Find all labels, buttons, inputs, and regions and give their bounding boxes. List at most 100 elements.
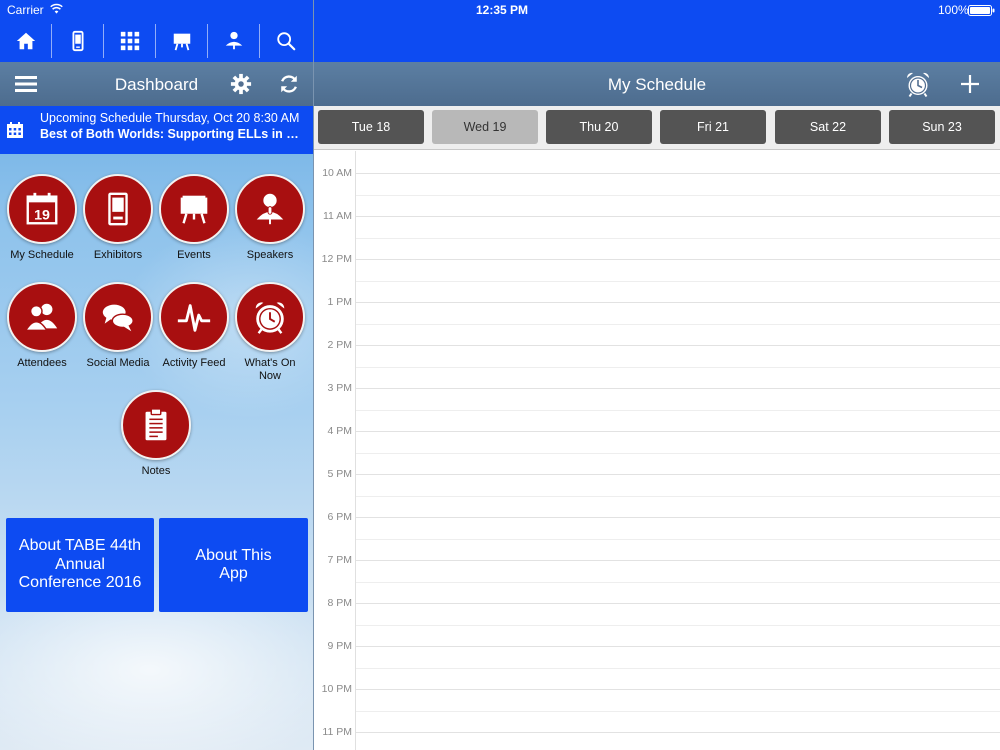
day-tab-sun[interactable]: Sun 23 [889, 110, 995, 144]
upcoming-schedule-date: Upcoming Schedule Thursday, Oct 20 8:30 … [40, 111, 300, 125]
home-button[interactable] [0, 20, 52, 62]
half-hour-line [356, 452, 1000, 454]
hour-line [356, 173, 1000, 174]
presentation-icon [173, 33, 191, 51]
tile-label: Speakers [246, 249, 294, 261]
schedule-grid[interactable]: 10 AM 11 AM 12 PM 1 PM 2 PM 3 PM 4 PM 5 PM 6 PM 7… [314, 151, 1000, 750]
upcoming-schedule-banner[interactable]: Upcoming Schedule Thursday, Oct 20 8:30 … [0, 106, 313, 154]
about-conference-button[interactable]: About TABE 44th Annual Conference 2016 [6, 518, 154, 612]
dashboard-pane: Carrier Dashboard Upcoming Schedule Thur… [0, 0, 313, 750]
tile-speakers[interactable]: Speakers [232, 174, 308, 262]
time-label: 1 PM [327, 296, 352, 308]
half-hour-line [356, 366, 1000, 368]
time-label: 2 PM [327, 339, 352, 351]
time-column: 10 AM 11 AM 12 PM 1 PM 2 PM 3 PM 4 PM 5 PM 6 PM 7… [314, 151, 356, 750]
battery-icon [968, 5, 995, 16]
time-label: 11 AM [323, 210, 352, 222]
time-label: 5 PM [327, 468, 352, 480]
tile-label: Social Media [86, 357, 150, 369]
status-bar-right: 12:35 PM 100% [314, 0, 1000, 62]
device-button[interactable] [52, 20, 104, 62]
hour-line [356, 431, 1000, 432]
speakers-toolbar-button[interactable] [208, 20, 260, 62]
grid-icon [120, 31, 140, 51]
tile-attendees[interactable]: Attendees [4, 282, 80, 370]
booth-icon [108, 192, 128, 226]
refresh-icon[interactable] [278, 73, 300, 95]
day-tab-thu[interactable]: Thu 20 [546, 110, 652, 144]
tile-icon-circle [83, 282, 153, 352]
tile-label: Exhibitors [93, 249, 143, 261]
tile-notes[interactable]: Notes [118, 390, 194, 478]
schedule-header: My Schedule [314, 62, 1000, 106]
alarm-clock-icon[interactable] [904, 70, 932, 98]
half-hour-line [356, 495, 1000, 497]
day-tab-tue[interactable]: Tue 18 [318, 110, 424, 144]
calendar-icon: 19 [26, 192, 58, 225]
search-button[interactable] [260, 20, 312, 62]
tile-whats-on-now[interactable]: What's On Now [232, 282, 308, 383]
chat-bubbles-icon [102, 304, 134, 332]
calendar-day-number: 19 [34, 207, 50, 223]
alarm-clock-icon [255, 302, 285, 334]
hour-line [356, 646, 1000, 647]
status-bar-left: Carrier [0, 0, 313, 20]
dashboard-title: Dashboard [114, 75, 199, 94]
time-label: 9 PM [327, 640, 352, 652]
pulse-icon [177, 304, 211, 332]
events-toolbar-button[interactable] [156, 20, 208, 62]
tile-events[interactable]: Events [156, 174, 232, 262]
home-icon [16, 32, 36, 50]
dashboard-header: Dashboard [0, 62, 313, 106]
half-hour-line [356, 409, 1000, 411]
calendar-small-icon [7, 122, 23, 138]
time-label: 12 PM [321, 253, 352, 265]
tile-icon-circle [159, 282, 229, 352]
carrier-label: Carrier [7, 3, 44, 17]
half-hour-line [356, 581, 1000, 583]
tile-label: Activity Feed [162, 357, 226, 369]
half-hour-line [356, 710, 1000, 712]
tile-label: Events [177, 249, 211, 261]
time-label: 10 PM [321, 683, 352, 695]
tile-label: What's On Now [244, 357, 296, 382]
people-icon [24, 303, 58, 332]
hour-line [356, 216, 1000, 217]
hour-line [356, 603, 1000, 604]
tile-label: My Schedule [10, 249, 74, 261]
tile-icon-circle [235, 174, 305, 244]
half-hour-line [356, 323, 1000, 325]
add-icon[interactable] [959, 73, 981, 95]
tile-exhibitors[interactable]: Exhibitors [80, 174, 156, 262]
search-icon [277, 32, 296, 51]
tile-social-media[interactable]: Social Media [80, 282, 156, 370]
about-app-button[interactable]: About This App [159, 518, 308, 612]
half-hour-line [356, 194, 1000, 196]
tile-my-schedule[interactable]: 19 My Schedule [4, 174, 80, 262]
half-hour-line [356, 538, 1000, 540]
time-label: 3 PM [327, 382, 352, 394]
upcoming-session-title: Best of Both Worlds: Supporting ELLs in … [40, 127, 305, 141]
tile-label: Attendees [17, 357, 67, 369]
hour-line [356, 474, 1000, 475]
gear-icon[interactable] [230, 73, 252, 95]
hour-line [356, 517, 1000, 518]
tile-activity-feed[interactable]: Activity Feed [156, 282, 232, 370]
time-label: 4 PM [327, 425, 352, 437]
grid-button[interactable] [104, 20, 156, 62]
day-tab-wed[interactable]: Wed 19 [432, 110, 538, 144]
day-tab-fri[interactable]: Fri 21 [660, 110, 766, 144]
device-icon [72, 30, 84, 52]
speaker-icon [225, 31, 243, 50]
day-tab-sat[interactable]: Sat 22 [775, 110, 881, 144]
schedule-title: My Schedule [607, 75, 707, 94]
time-label: 7 PM [327, 554, 352, 566]
tile-icon-circle [159, 174, 229, 244]
half-hour-line [356, 667, 1000, 669]
wifi-icon [50, 3, 63, 14]
clipboard-icon [145, 408, 167, 441]
tile-icon-circle [121, 390, 191, 460]
easel-icon [180, 195, 208, 224]
tile-icon-circle [235, 282, 305, 352]
main-toolbar [0, 20, 313, 62]
